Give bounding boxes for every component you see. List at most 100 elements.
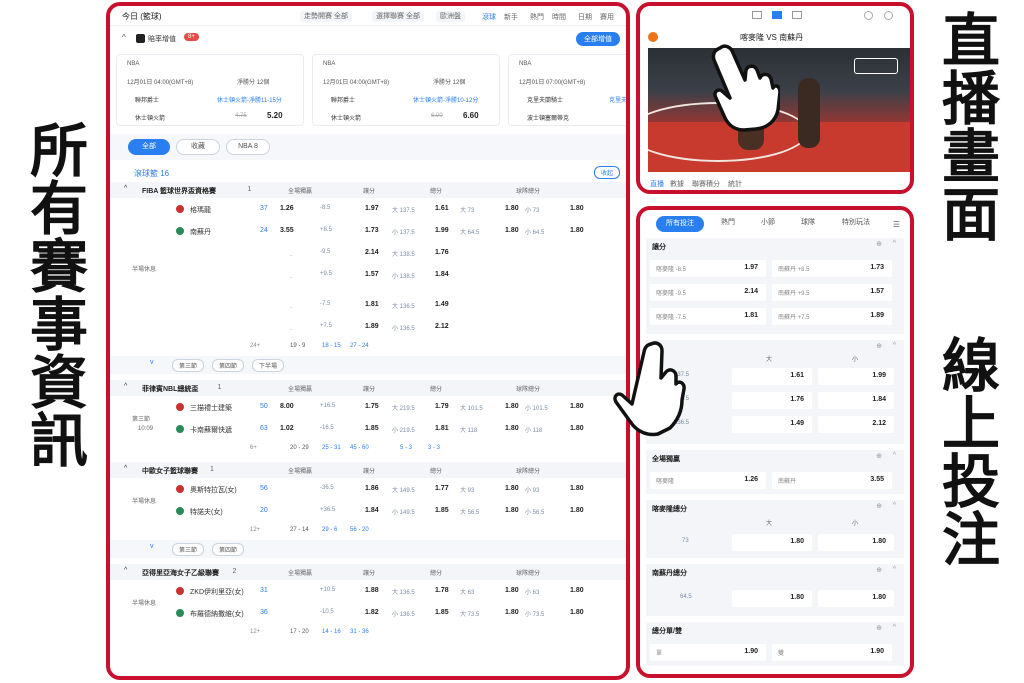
chip-favorite[interactable]: 收藏 (176, 139, 220, 155)
odds-ho[interactable]: 1.73 (365, 227, 379, 234)
more-markets[interactable]: 12+ (250, 629, 260, 635)
odds-b2o[interactable]: 1.80 (570, 205, 584, 212)
bet-option[interactable]: 1.80 (818, 590, 894, 607)
odds-b1o[interactable]: 1.80 (505, 507, 519, 514)
bet-option[interactable]: 南蘇丹 +9.5 1.57 (772, 284, 892, 301)
filter-league[interactable]: 選擇聯賽 全部 (372, 11, 424, 22)
chevron-up-icon[interactable]: ^ (893, 452, 896, 459)
chevron-down-icon[interactable]: v (150, 543, 154, 550)
odds-b1o[interactable]: 1.80 (505, 205, 519, 212)
promo-all-button[interactable]: 全部增值 (576, 32, 620, 46)
odds-ho[interactable]: 1.82 (365, 609, 379, 616)
odds-ho[interactable]: 1.89 (365, 323, 379, 330)
chevron-up-icon[interactable]: ^ (893, 566, 896, 573)
odds-b2[interactable]: 小 73.5 (525, 609, 544, 618)
odds-b2[interactable]: 小 101.5 (525, 403, 548, 412)
promo-card[interactable]: NBA 12月01日 04:00(GMT+8) 淨勝分 12個 聯邦爵士 休士頓火箭-淨… (116, 54, 304, 126)
odds-b2[interactable]: 小 63 (525, 587, 539, 596)
bet-option[interactable]: 南蘇丹 +8.5 1.73 (772, 260, 892, 277)
chip-nba[interactable]: NBA 8 (226, 139, 270, 155)
odds-to[interactable]: 1.77 (435, 485, 449, 492)
odds-b1o[interactable]: 1.80 (505, 227, 519, 234)
chevron-up-icon[interactable]: ^ (124, 465, 127, 472)
odds-ml[interactable]: 1.02 (280, 425, 294, 432)
odds-ml[interactable]: 1.26 (280, 205, 294, 212)
odds-tl[interactable]: 小 138.5 (392, 271, 415, 280)
bet-option[interactable]: 1.99 (818, 368, 894, 385)
odds-tl[interactable]: 小 136.5 (392, 609, 415, 618)
chevron-up-icon[interactable]: ^ (124, 567, 127, 574)
odds-hl[interactable]: -16.5 (320, 425, 334, 431)
odds-b1o[interactable]: 1.80 (505, 587, 519, 594)
more-markets[interactable]: 12+ (250, 527, 260, 533)
odds-b2o[interactable]: 1.80 (570, 609, 584, 616)
odds-ho[interactable]: 1.84 (365, 507, 379, 514)
chevron-down-icon[interactable]: v (150, 359, 154, 366)
odds-ho[interactable]: 1.88 (365, 587, 379, 594)
odds-b1[interactable]: 大 93 (460, 485, 474, 494)
odds-tl[interactable]: 小 137.5 (392, 227, 415, 236)
tab-stats[interactable]: 統計 (728, 179, 742, 189)
pin-icon[interactable]: ⊕ (876, 566, 882, 574)
odds-tl[interactable]: 大 137.5 (392, 205, 415, 214)
odds-b2o[interactable]: 1.80 (570, 403, 584, 410)
pin-icon[interactable]: ⊕ (876, 624, 882, 632)
odds-to[interactable]: 1.84 (435, 271, 449, 278)
odds-b2[interactable]: 小 56.5 (525, 507, 544, 516)
bet-tab-all[interactable]: 所有投注 (656, 216, 704, 232)
bet-option[interactable]: 南蘇丹 +7.5 1.89 (772, 308, 892, 325)
bet-option[interactable]: 1.84 (818, 392, 894, 409)
odds-b1o[interactable]: 1.80 (505, 485, 519, 492)
odds-ml[interactable]: 8.00 (280, 403, 294, 410)
odds-ho[interactable]: 2.14 (365, 249, 379, 256)
odds-b2[interactable]: 小 118 (525, 425, 542, 434)
tab-date[interactable]: 日期 (578, 12, 592, 22)
bet-option[interactable]: 1.80 (732, 534, 812, 551)
collapse-button[interactable]: 收起 (593, 166, 620, 179)
chevron-up-icon[interactable]: ^ (122, 33, 126, 42)
bet-option[interactable]: 喀麥隆 1.26 (650, 472, 766, 489)
odds-to[interactable]: 1.49 (435, 301, 449, 308)
filter-start[interactable]: 走勢開賽 全部 (300, 11, 352, 22)
chip-all[interactable]: 全部 (128, 139, 170, 155)
odds-b1[interactable]: 大 101.5 (460, 403, 483, 412)
odds-b2[interactable]: 小 93 (525, 485, 539, 494)
odds-tl[interactable]: 大 136.5 (392, 587, 415, 596)
odds-ho[interactable]: 1.97 (365, 205, 379, 212)
odds-hl[interactable]: -7.5 (320, 301, 330, 307)
odds-b2[interactable]: 小 73 (525, 205, 539, 214)
bet-option[interactable]: 2.12 (818, 416, 894, 433)
league-header[interactable]: ^ 亞得里亞海女子乙級聯賽 2 全場獨贏 讓分 總分 球隊總分 (110, 564, 626, 580)
odds-ho[interactable]: 1.57 (365, 271, 379, 278)
tab-new[interactable]: 新手 (504, 12, 518, 22)
bet-tab-team[interactable]: 球隊 (788, 216, 828, 232)
odds-hl[interactable]: +10.5 (320, 587, 335, 593)
chevron-up-icon[interactable]: ^ (124, 185, 127, 192)
odds-ho[interactable]: 1.81 (365, 301, 379, 308)
bet-option[interactable]: 雙 1.90 (772, 644, 892, 661)
odds-tl[interactable]: 小 136.5 (392, 323, 415, 332)
pin-icon[interactable]: ⊕ (876, 452, 882, 460)
odds-b1o[interactable]: 1.80 (505, 425, 519, 432)
tab-live-video[interactable]: 直播 (650, 179, 664, 189)
odds-to[interactable]: 1.78 (435, 587, 449, 594)
odds-ho[interactable]: 1.86 (365, 485, 379, 492)
more-markets[interactable]: 6+ (250, 445, 257, 451)
odds-to[interactable]: 1.99 (435, 227, 449, 234)
pin-icon[interactable]: ⊕ (876, 502, 882, 510)
tv-icon[interactable] (752, 11, 762, 19)
settings-icon[interactable] (884, 11, 893, 20)
bet-option[interactable]: 南蘇丹 3.55 (772, 472, 892, 489)
odds-b2[interactable]: 小 64.5 (525, 227, 544, 236)
odds-b2o[interactable]: 1.80 (570, 587, 584, 594)
bet-option[interactable]: 喀麥隆 -7.5 1.81 (650, 308, 766, 325)
odds-to[interactable]: 2.12 (435, 323, 449, 330)
bet-option[interactable]: 喀麥隆 -9.5 2.14 (650, 284, 766, 301)
chevron-up-icon[interactable]: ^ (893, 624, 896, 631)
bet-tab-hot[interactable]: 熱門 (708, 216, 748, 232)
odds-ml[interactable]: 3.55 (280, 227, 294, 234)
odds-b1[interactable]: 大 63 (460, 587, 474, 596)
promo-card[interactable]: NBA 12月01日 04:00(GMT+8) 淨勝分 12個 聯邦爵士 休士頓火箭-淨… (312, 54, 500, 126)
odds-b2o[interactable]: 1.80 (570, 425, 584, 432)
odds-ho[interactable]: 1.85 (365, 425, 379, 432)
